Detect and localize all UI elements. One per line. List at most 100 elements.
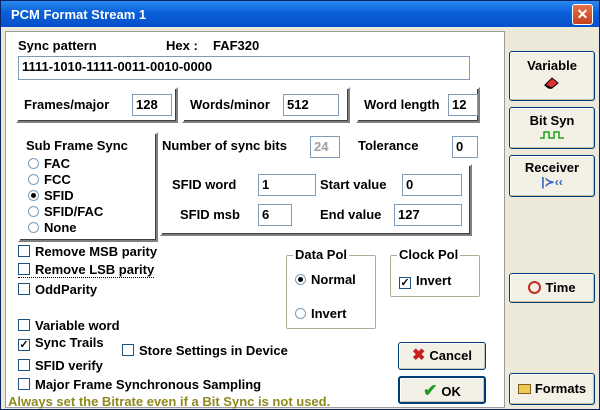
sub-frame-sync-group: Sub Frame Sync FAC FCC SFID SFID/FAC Non…	[18, 132, 158, 242]
sync-trails-label: Sync Trails	[35, 335, 104, 350]
tolerance-field[interactable]: 0	[452, 136, 478, 158]
radio-fcc-label: FCC	[44, 172, 71, 187]
close-icon: ✕	[576, 6, 589, 22]
radio-fcc[interactable]: FCC	[28, 172, 71, 187]
bit-syn-label: Bit Syn	[529, 113, 575, 128]
sfid-verify-box	[18, 359, 30, 371]
sfid-word-label: SFID word	[172, 177, 237, 192]
remove-lsb-parity-box	[18, 263, 30, 275]
radio-fac-label: FAC	[44, 156, 70, 171]
word-length-label: Word length	[364, 97, 440, 112]
ok-label: OK	[441, 384, 461, 399]
sub-frame-sync-label: Sub Frame Sync	[26, 138, 128, 153]
word-length-group: Word length 12	[356, 87, 480, 123]
clock-pol-invert-checkbox[interactable]: ✓ Invert	[399, 273, 451, 289]
radio-sfid-fac-indicator	[28, 206, 39, 217]
sync-trails-box: ✓	[18, 339, 30, 351]
data-pol-group: Data Pol Normal Invert	[286, 247, 376, 329]
sfid-msb-field[interactable]: 6	[258, 204, 292, 226]
clock-pol-group: Clock Pol ✓ Invert	[390, 247, 480, 297]
start-value-field[interactable]: 0	[402, 174, 462, 196]
odd-parity-label: OddParity	[35, 282, 98, 297]
data-pol-label: Data Pol	[293, 247, 350, 262]
sfid-msb-label: SFID msb	[180, 207, 240, 222]
square-wave-icon	[510, 128, 594, 143]
time-button[interactable]: Time	[509, 273, 595, 303]
radio-sfid-indicator	[28, 190, 39, 201]
radio-none[interactable]: None	[28, 220, 77, 235]
clock-pol-invert-box: ✓	[399, 277, 411, 289]
close-button[interactable]: ✕	[572, 4, 593, 25]
radio-fac[interactable]: FAC	[28, 156, 70, 171]
ok-icon: ✔	[423, 381, 438, 400]
sync-bits-field: 24	[310, 136, 340, 158]
remove-msb-parity-label: Remove MSB parity	[35, 244, 158, 259]
frames-major-label: Frames/major	[24, 97, 110, 112]
sync-trails-checkbox[interactable]: ✓ Sync Trails	[18, 335, 104, 351]
store-settings-box	[122, 344, 134, 356]
ok-button[interactable]: ✔ OK	[398, 376, 486, 404]
data-pol-invert-radio[interactable]: Invert	[295, 306, 346, 321]
radio-none-indicator	[28, 222, 39, 233]
data-pol-invert-label: Invert	[311, 306, 347, 321]
major-frame-sync-box	[18, 378, 30, 390]
cancel-icon: ✖	[411, 347, 426, 364]
radio-sfid-label: SFID	[44, 188, 74, 203]
radio-sfid-fac[interactable]: SFID/FAC	[28, 204, 103, 219]
hex-label: Hex :	[166, 38, 198, 53]
words-minor-group: Words/minor 512	[182, 87, 350, 123]
odd-parity-box	[18, 283, 30, 295]
bit-syn-button[interactable]: Bit Syn	[509, 107, 595, 149]
variable-word-box	[18, 319, 30, 331]
frames-major-group: Frames/major 128	[16, 87, 178, 123]
clock-pol-invert-label: Invert	[416, 273, 452, 288]
radio-sfid-fac-label: SFID/FAC	[44, 204, 104, 219]
formats-button[interactable]: Formats	[509, 373, 595, 405]
data-pol-invert-indicator	[295, 308, 306, 319]
words-minor-field[interactable]: 512	[283, 94, 339, 116]
variable-word-checkbox[interactable]: Variable word	[18, 318, 120, 333]
formats-label: Formats	[534, 381, 587, 396]
radio-sfid[interactable]: SFID	[28, 188, 74, 203]
window-title: PCM Format Stream 1	[11, 7, 147, 22]
start-value-label: Start value	[320, 177, 387, 192]
data-pol-normal-radio[interactable]: Normal	[295, 272, 356, 287]
end-value-field[interactable]: 127	[394, 204, 462, 226]
remove-msb-parity-box	[18, 245, 30, 257]
variable-button[interactable]: Variable	[509, 51, 595, 101]
sync-bits-label: Number of sync bits	[162, 138, 287, 153]
data-pol-normal-label: Normal	[311, 272, 356, 287]
word-length-field[interactable]: 12	[448, 94, 478, 116]
eraser-icon	[510, 75, 594, 92]
radio-fac-indicator	[28, 158, 39, 169]
store-settings-label: Store Settings in Device	[139, 343, 288, 358]
sfid-group: SFID word 1 Start value 0 SFID msb 6 End…	[160, 164, 472, 236]
hex-value: FAF320	[213, 38, 260, 53]
sync-pattern-label: Sync pattern	[18, 38, 97, 53]
odd-parity-checkbox[interactable]: OddParity	[18, 282, 97, 297]
main-panel: Sync pattern Hex : FAF320 1111-1010-1111…	[5, 31, 505, 409]
radio-none-label: None	[44, 220, 77, 235]
receiver-label: Receiver	[524, 160, 580, 175]
major-frame-sync-checkbox[interactable]: Major Frame Synchronous Sampling	[18, 377, 261, 392]
store-settings-checkbox[interactable]: Store Settings in Device	[122, 343, 288, 358]
variable-word-label: Variable word	[35, 318, 120, 333]
frames-major-field[interactable]: 128	[132, 94, 172, 116]
cancel-button[interactable]: ✖ Cancel	[398, 342, 486, 370]
words-minor-label: Words/minor	[190, 97, 270, 112]
remove-msb-parity-checkbox[interactable]: Remove MSB parity	[18, 244, 157, 259]
receiver-button[interactable]: Receiver |≻‹‹	[509, 155, 595, 197]
cancel-label: Cancel	[429, 348, 473, 363]
remove-lsb-parity-checkbox[interactable]: Remove LSB parity	[18, 262, 155, 278]
major-frame-sync-label: Major Frame Synchronous Sampling	[35, 377, 262, 392]
signal-receiver-icon: |≻‹‹	[541, 175, 563, 189]
folder-icon	[517, 384, 531, 394]
sfid-verify-label: SFID verify	[35, 358, 103, 373]
sync-pattern-field[interactable]: 1111-1010-1111-0011-0010-0000	[18, 56, 470, 80]
bitrate-hint: Always set the Bitrate even if a Bit Syn…	[8, 394, 331, 409]
sfid-word-field[interactable]: 1	[258, 174, 316, 196]
clock-pol-label: Clock Pol	[397, 247, 461, 262]
remove-lsb-parity-label: Remove LSB parity	[35, 262, 155, 277]
clock-icon	[528, 281, 542, 294]
sfid-verify-checkbox[interactable]: SFID verify	[18, 358, 103, 373]
